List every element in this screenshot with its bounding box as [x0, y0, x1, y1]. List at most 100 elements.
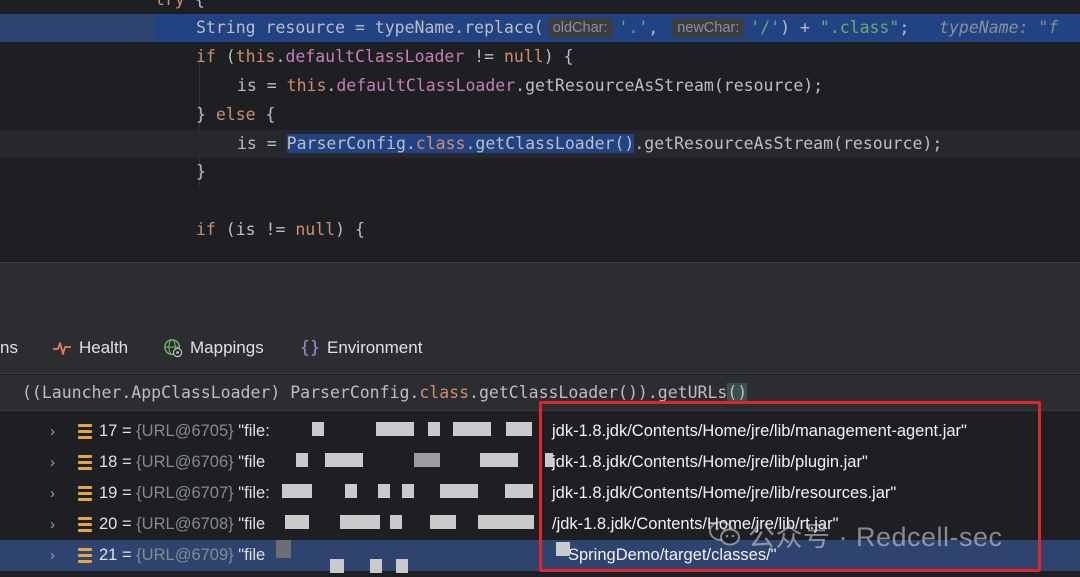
redaction-block — [325, 453, 363, 467]
redaction-block — [312, 422, 324, 436]
code-line[interactable]: is = ParserConfig.class.getClassLoader()… — [0, 130, 1080, 158]
code-text: if (this.defaultClassLoader != null) { — [196, 43, 574, 71]
code-token: . — [326, 76, 337, 95]
object-ref: {URL@6708} — [136, 515, 234, 533]
redaction-block — [396, 559, 408, 573]
chevron-right-icon[interactable]: › — [50, 416, 64, 447]
code-token: ( — [215, 47, 236, 66]
code-line[interactable]: } — [0, 158, 1080, 186]
pulse-icon — [52, 338, 72, 358]
code-token: try — [155, 0, 185, 9]
code-line[interactable]: is = this.defaultClassLoader.getResource… — [0, 72, 1080, 100]
object-ref: {URL@6706} — [136, 453, 234, 471]
expr-prefix: ((Launcher.AppClassLoader) ParserConfig. — [22, 383, 420, 402]
code-token: } — [196, 162, 206, 181]
code-token: ) { — [335, 220, 365, 239]
code-token: ".class" — [819, 18, 900, 37]
code-line[interactable]: String resource = typeName.replace(oldCh… — [0, 14, 1080, 42]
code-token: class — [415, 134, 466, 153]
code-line[interactable] — [0, 187, 1080, 215]
code-token: replace — [464, 18, 534, 37]
code-token: is = — [237, 134, 287, 153]
chevron-right-icon[interactable]: › — [50, 478, 64, 509]
redaction-block — [340, 515, 380, 529]
redaction-block — [330, 559, 344, 573]
code-text: } — [196, 158, 206, 186]
tab-mappings[interactable]: Mappings — [163, 322, 264, 374]
expr-paren: () — [727, 383, 748, 402]
code-token: defaultClassLoader — [285, 47, 465, 66]
watermark: 公众号 · Redcell-sec — [708, 512, 1003, 556]
redaction-block — [282, 484, 312, 498]
redaction-block — [506, 422, 532, 436]
code-editor[interactable]: try {String resource = typeName.replace(… — [0, 0, 1080, 262]
redaction-block — [370, 559, 382, 573]
parameter-hint: newChar: — [672, 18, 745, 38]
redaction-block — [345, 484, 357, 498]
code-token: null — [504, 47, 544, 66]
code-line[interactable]: if (this.defaultClassLoader != null) { — [0, 43, 1080, 71]
equals-sign: = — [117, 515, 137, 533]
variable-text: 18 = {URL@6706} "file — [99, 447, 265, 478]
array-element-icon — [78, 548, 92, 564]
redaction-block — [430, 515, 456, 529]
code-token: defaultClassLoader — [336, 76, 516, 95]
equals-sign: = — [117, 422, 137, 440]
code-token: { — [185, 0, 205, 9]
redaction-block — [478, 515, 534, 529]
expr-suffix: .getClassLoader()).getURLs — [469, 383, 728, 402]
code-line[interactable]: try { — [0, 0, 1080, 14]
variable-text: 20 = {URL@6708} "file — [99, 509, 265, 540]
tab-label: Environment — [327, 338, 423, 357]
variable-text: 17 = {URL@6705} "file: — [99, 416, 270, 447]
array-element-icon — [78, 455, 92, 471]
watermark-text: 公众号 · Redcell-sec — [748, 521, 1003, 552]
code-token: typeName: "f — [939, 18, 1059, 37]
url-prefix: "file — [238, 515, 266, 533]
code-token: ParserConfig. — [286, 134, 416, 153]
redaction-block — [285, 515, 309, 529]
code-token: { — [255, 105, 276, 124]
globe-icon — [163, 338, 183, 358]
redaction-block — [453, 422, 491, 436]
braces-icon: {} — [299, 338, 321, 358]
url-prefix: "file — [238, 546, 266, 564]
code-text: } else { — [196, 101, 276, 129]
code-text: if (is != null) { — [196, 216, 365, 244]
code-line[interactable]: if (is != null) { — [0, 216, 1080, 244]
url-prefix: "file — [238, 453, 266, 471]
equals-sign: = — [117, 546, 137, 564]
chevron-right-icon[interactable]: › — [50, 447, 64, 478]
tab-environment[interactable]: {} Environment — [299, 322, 423, 374]
chevron-right-icon[interactable]: › — [50, 509, 64, 540]
code-token: '/' — [750, 18, 781, 37]
object-ref: {URL@6705} — [136, 422, 234, 440]
parameter-hint: oldChar: — [547, 18, 613, 38]
variable-index: 17 — [99, 422, 118, 440]
code-token: null — [295, 220, 336, 239]
code-text: String resource = typeName.replace(oldCh… — [196, 14, 1058, 42]
code-token: . — [275, 47, 286, 66]
code-token: (is != — [215, 220, 296, 239]
code-token: .getClassLoader() — [465, 134, 635, 153]
variable-index: 18 — [99, 453, 118, 471]
chevron-right-icon[interactable]: › — [50, 540, 64, 571]
tab-label: Mappings — [190, 338, 264, 357]
variable-index: 19 — [99, 484, 118, 502]
code-token: '.' — [618, 18, 649, 37]
redaction-block — [378, 484, 390, 498]
code-line[interactable]: } else { — [0, 101, 1080, 129]
code-token: is = — [237, 76, 287, 95]
redaction-block — [414, 453, 440, 467]
tab-label: Health — [79, 338, 129, 357]
equals-sign: = — [117, 453, 137, 471]
tab-partial[interactable]: ns — [0, 322, 18, 374]
redaction-block — [376, 422, 414, 436]
variable-index: 21 — [99, 546, 118, 564]
code-token: .getResourceAsStream(resource); — [634, 134, 943, 153]
tab-health[interactable]: Health — [52, 322, 128, 374]
array-element-icon — [78, 517, 92, 533]
variable-index: 20 — [99, 515, 118, 533]
expr-keyword: class — [419, 383, 470, 402]
code-token: ) + — [780, 18, 820, 37]
